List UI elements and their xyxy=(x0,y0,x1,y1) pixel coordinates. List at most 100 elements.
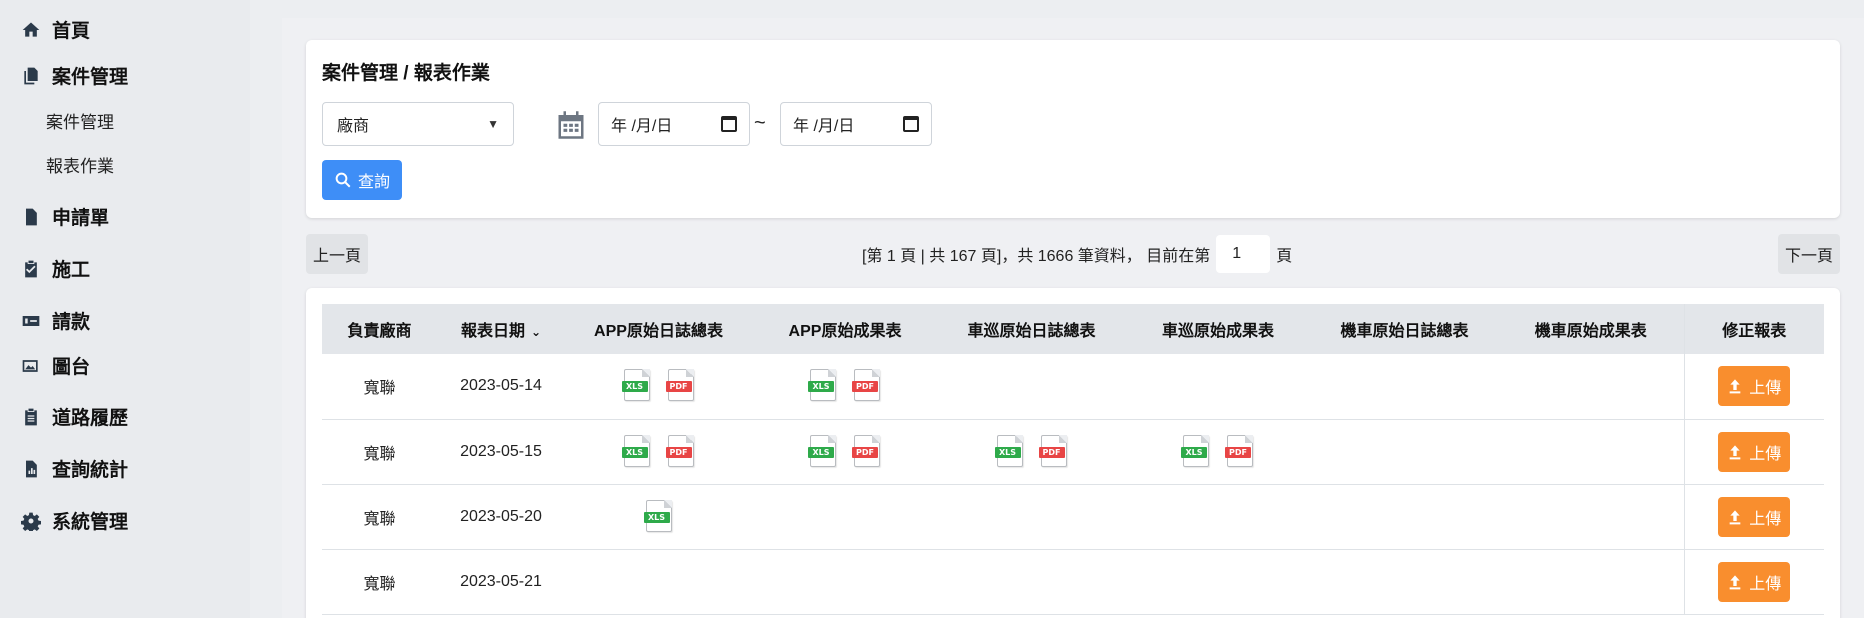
vendor-select[interactable]: 廠商 ▼ xyxy=(322,102,514,146)
sidebar: 首頁 案件管理 案件管理 報表作業 申請單 施工 請款 圖台 道路履歷 查詢統計… xyxy=(0,0,250,618)
cell-fix-report: 上傳 xyxy=(1683,484,1824,550)
file-icon-group: XLS PDF xyxy=(808,434,882,469)
cell-files xyxy=(938,549,1125,615)
date-to-value: 年 /月/日 xyxy=(793,118,855,135)
cell-files xyxy=(1125,354,1311,420)
pdf-file-icon[interactable]: PDF xyxy=(665,369,696,403)
cell-files xyxy=(938,354,1125,420)
cell-files xyxy=(1311,354,1498,420)
cell-files: XLS PDF xyxy=(752,354,938,420)
cell-fix-report: 上傳 xyxy=(1683,419,1824,485)
xls-file-icon[interactable]: XLS xyxy=(808,369,838,403)
pdf-file-icon[interactable]: PDF xyxy=(852,369,882,403)
header-report-date[interactable]: 報表日期 ⌄ xyxy=(437,304,565,354)
query-button[interactable]: 查詢 xyxy=(322,160,402,200)
cell-files xyxy=(752,484,938,550)
cell-files: XLS PDF xyxy=(752,419,938,485)
upload-button-label: 上傳 xyxy=(1749,575,1782,593)
xls-file-icon[interactable]: XLS xyxy=(643,499,674,534)
file-icon-group: XLS PDF xyxy=(808,369,882,403)
files-icon xyxy=(20,65,42,87)
prev-page-button[interactable]: 上一頁 xyxy=(306,234,368,274)
cell-fix-report: 上傳 xyxy=(1683,354,1824,420)
upload-icon xyxy=(1729,379,1741,394)
upload-icon xyxy=(1729,444,1741,459)
xls-file-icon[interactable]: XLS xyxy=(621,369,652,403)
sidebar-item-system[interactable]: 系統管理 xyxy=(20,507,128,534)
sidebar-item-payment[interactable]: 請款 xyxy=(20,307,90,334)
header-label: 報表日期 xyxy=(460,323,525,340)
cell-vendor: 寬聯 xyxy=(322,549,437,615)
sidebar-item-map[interactable]: 圖台 xyxy=(20,352,90,379)
upload-icon xyxy=(1729,509,1741,524)
query-button-label: 查詢 xyxy=(357,174,390,191)
sidebar-item-application[interactable]: 申請單 xyxy=(20,203,109,230)
sidebar-item-label: 首頁 xyxy=(52,21,91,42)
cell-files: XLS PDF xyxy=(1125,419,1311,485)
header-fix-report: 修正報表 xyxy=(1683,304,1824,354)
cell-files xyxy=(1311,549,1498,615)
sidebar-item-label: 申請單 xyxy=(52,208,110,229)
sidebar-item-statistics[interactable]: 查詢統計 xyxy=(20,455,128,482)
pdf-file-icon[interactable]: PDF xyxy=(1038,434,1069,469)
cell-files: XLS xyxy=(565,484,752,550)
xls-file-icon[interactable]: XLS xyxy=(621,434,652,469)
date-from-value: 年 /月/日 xyxy=(611,118,673,135)
upload-button[interactable]: 上傳 xyxy=(1718,561,1791,602)
date-picker-icon[interactable] xyxy=(721,116,737,132)
header-app-log: APP原始日誌總表 xyxy=(565,304,752,354)
pdf-file-icon[interactable]: PDF xyxy=(1225,434,1255,469)
sidebar-item-case-management[interactable]: 案件管理 xyxy=(20,62,128,89)
pdf-file-icon[interactable]: PDF xyxy=(852,434,882,469)
header-app-result: APP原始成果表 xyxy=(752,304,938,354)
table-row: 寬聯 2023-05-20 XLS 上傳 xyxy=(322,484,1824,550)
sidebar-item-label: 施工 xyxy=(52,260,91,281)
gear-icon xyxy=(20,510,42,532)
cell-vendor: 寬聯 xyxy=(322,484,437,550)
sidebar-item-construction[interactable]: 施工 xyxy=(20,255,90,282)
main-content: 案件管理 / 報表作業 廠商 ▼ 年 /月/日 ~ 年 /月/日 查詢 上一頁 … xyxy=(282,18,1864,618)
cell-files xyxy=(1498,484,1684,550)
table-row: 寬聯 2023-05-14 XLS PDF XLS PDF 上傳 xyxy=(322,354,1824,420)
date-picker-icon[interactable] xyxy=(903,116,919,132)
calendar-icon xyxy=(556,110,586,140)
cell-files: XLS PDF xyxy=(938,419,1125,485)
sidebar-item-road-history[interactable]: 道路履歷 xyxy=(20,403,128,430)
xls-file-icon[interactable]: XLS xyxy=(808,434,838,469)
date-separator: ~ xyxy=(754,112,766,134)
cell-files: XLS PDF xyxy=(565,354,752,420)
cell-report-date: 2023-05-14 xyxy=(437,354,565,420)
cell-files xyxy=(1311,419,1498,485)
document-icon xyxy=(20,206,42,228)
sidebar-item-label: 請款 xyxy=(52,312,91,333)
upload-button[interactable]: 上傳 xyxy=(1718,496,1791,537)
date-from-input[interactable]: 年 /月/日 xyxy=(598,102,750,146)
next-page-button[interactable]: 下一頁 xyxy=(1778,234,1840,274)
report-table: 負責廠商 報表日期 ⌄ APP原始日誌總表 APP原始成果表 車巡原始日誌總表 車… xyxy=(322,304,1824,615)
cell-fix-report: 上傳 xyxy=(1683,549,1824,615)
table-row: 寬聯 2023-05-21 上傳 xyxy=(322,549,1824,615)
search-icon xyxy=(335,172,351,188)
cell-files xyxy=(1125,484,1311,550)
sidebar-item-home[interactable]: 首頁 xyxy=(20,16,90,43)
sidebar-subitem-case-management[interactable]: 案件管理 xyxy=(46,108,114,133)
pagination-info: [第 1 頁 | 共 167 頁]，共 1666 筆資料， 目前在第 1 頁 xyxy=(862,234,1292,274)
upload-button[interactable]: 上傳 xyxy=(1718,431,1791,472)
sidebar-subitem-report[interactable]: 報表作業 xyxy=(46,152,114,177)
page-title: 案件管理 / 報表作業 xyxy=(322,63,490,84)
current-page-input[interactable]: 1 xyxy=(1216,235,1271,273)
cell-files xyxy=(752,549,938,615)
pagination-text: [第 1 頁 | 共 167 頁]，共 1666 筆資料， 目前在第 xyxy=(862,248,1211,265)
xls-file-icon[interactable]: XLS xyxy=(994,434,1025,469)
date-to-input[interactable]: 年 /月/日 xyxy=(780,102,932,146)
upload-button[interactable]: 上傳 xyxy=(1718,366,1791,407)
cell-report-date: 2023-05-20 xyxy=(437,484,565,550)
upload-icon xyxy=(1729,574,1741,589)
clipboard-check-icon xyxy=(20,258,42,280)
header-vendor: 負責廠商 xyxy=(322,304,437,354)
page-suffix: 頁 xyxy=(1276,248,1293,265)
xls-file-icon[interactable]: XLS xyxy=(1181,434,1211,469)
pdf-file-icon[interactable]: PDF xyxy=(665,434,696,469)
table-header-row: 負責廠商 報表日期 ⌄ APP原始日誌總表 APP原始成果表 車巡原始日誌總表 車… xyxy=(322,304,1824,354)
sort-chevron-icon[interactable]: ⌄ xyxy=(531,325,541,339)
